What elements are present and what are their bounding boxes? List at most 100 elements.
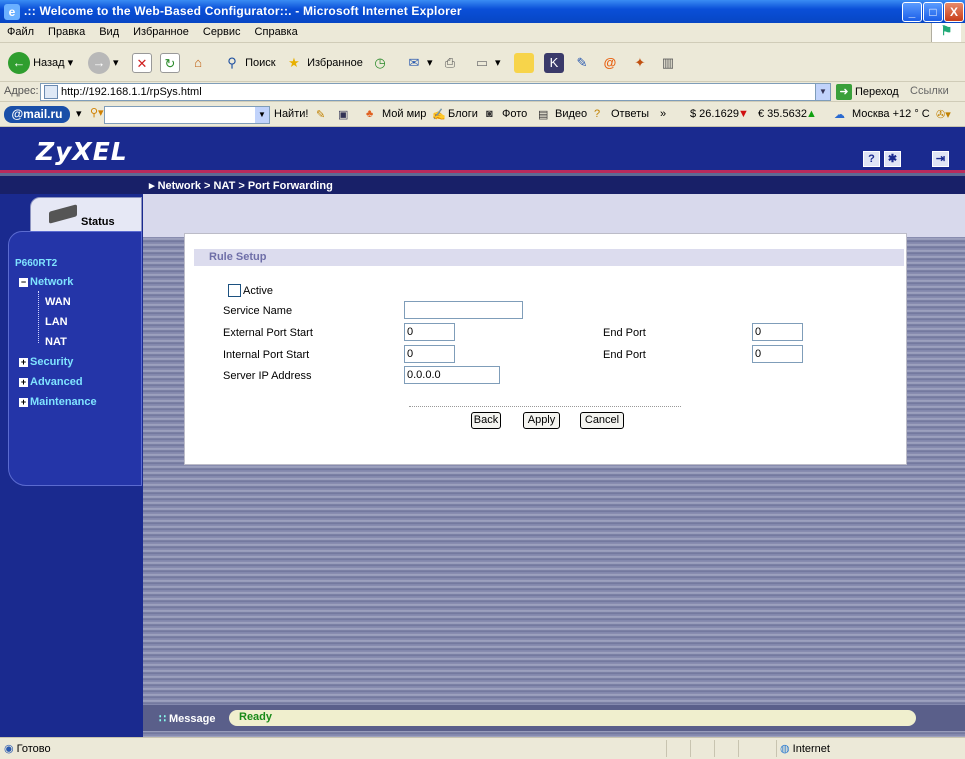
chevron-down-icon[interactable]: ▼ (255, 107, 269, 123)
message-label: ∷ Message (159, 712, 215, 725)
go-label: Переход (855, 86, 899, 98)
mailru-search-icon[interactable]: ⚲▾ (90, 106, 104, 119)
toolbar: ← Назад ▾ → ▾ ✕ ↻ ⌂ ⚲ Поиск ★ Избранное … (0, 44, 965, 82)
back-form-button[interactable]: Back (471, 412, 501, 429)
back-arrow-icon: ← (8, 52, 30, 75)
nav-security[interactable]: + Security (19, 356, 73, 368)
favorites-button[interactable]: ★ Избранное (284, 50, 363, 76)
help-icon[interactable]: ? (863, 151, 880, 167)
chevron-down-icon[interactable]: ▼ (815, 84, 830, 100)
back-button[interactable]: ← Назад ▾ (8, 50, 73, 76)
menu-favorites[interactable]: Избранное (126, 23, 196, 41)
research-button[interactable]: ✦ (630, 50, 650, 76)
mail-button[interactable]: ✉ ▾ (404, 50, 433, 76)
search-button[interactable]: ⚲ Поиск (222, 50, 275, 76)
blogs-icon: ✍ (432, 109, 446, 121)
windows-logo-icon: ⚑ (931, 23, 961, 42)
router-device-icon (49, 204, 77, 224)
globe-icon: ◍ (780, 743, 790, 755)
mailru-logo[interactable]: @mail.ru (4, 106, 70, 123)
history-button[interactable]: ◷ (370, 50, 390, 76)
mailru-menu-chevron-icon[interactable]: ▾ (76, 107, 82, 120)
menu-file[interactable]: Файл (0, 23, 41, 41)
active-label: Active (243, 285, 273, 297)
server-ip-input[interactable] (404, 366, 500, 384)
ie-icon: e (4, 4, 20, 20)
menu-view[interactable]: Вид (92, 23, 126, 41)
forward-button[interactable]: → ▾ (88, 50, 119, 76)
blogs-link[interactable]: Блоги (448, 108, 478, 120)
photo-link[interactable]: Фото (502, 108, 527, 120)
stop-button[interactable]: ✕ (132, 50, 152, 76)
rule-setup-panel: Rule Setup Active Service Name External … (184, 233, 907, 465)
nav-lan[interactable]: LAN (45, 316, 68, 328)
edit-button[interactable]: ▭ ▾ (472, 50, 501, 76)
apply-button[interactable]: Apply (523, 412, 560, 429)
active-checkbox[interactable] (228, 284, 241, 297)
menu-tools[interactable]: Сервис (196, 23, 248, 41)
page-status-icon: ◉ (4, 743, 14, 755)
nav-maintenance-label: Maintenance (30, 396, 97, 408)
messenger-button[interactable]: ✎ (572, 50, 592, 76)
address-input[interactable]: http://192.168.1.1/rpSys.html ▼ (40, 83, 831, 101)
logout-icon[interactable]: ⇥ (932, 151, 949, 167)
close-button[interactable]: X (944, 2, 964, 22)
weather-text[interactable]: Москва +12 ° C (852, 108, 930, 120)
external-port-start-input[interactable] (404, 323, 455, 341)
mailru-search-input[interactable]: ▼ (104, 106, 270, 124)
notes-button[interactable] (514, 50, 534, 76)
breadcrumb-text: Network > NAT > Port Forwarding (157, 180, 333, 192)
edit-icon: ▭ (475, 55, 489, 71)
internal-port-start-input[interactable] (404, 345, 455, 363)
pencil-icon[interactable]: ✎ (316, 108, 325, 121)
menu-edit[interactable]: Правка (41, 23, 92, 41)
search-doc-icon[interactable]: ▣ (338, 108, 348, 121)
window-title: .:: Welcome to the Web-Based Configurato… (24, 4, 462, 18)
links-button[interactable]: Ссылки (910, 85, 949, 97)
video-link[interactable]: Видео (555, 108, 587, 120)
nav-nat[interactable]: NAT (45, 336, 67, 348)
refresh-button[interactable]: ↻ (160, 50, 180, 76)
k-button[interactable]: K (544, 50, 564, 76)
more-chevron-icon[interactable]: » (660, 108, 666, 120)
service-name-input[interactable] (404, 301, 523, 319)
k-icon: K (544, 53, 564, 74)
nav-tree-line (38, 291, 39, 343)
menu-bar: Файл Правка Вид Избранное Сервис Справка ⚑ (0, 23, 965, 43)
nav-network[interactable]: − Network (19, 276, 73, 288)
stop-icon: ✕ (132, 53, 152, 74)
zone-label: Internet (792, 743, 830, 755)
external-end-port-input[interactable] (752, 323, 803, 341)
home-button[interactable]: ⌂ (188, 50, 208, 76)
at-button[interactable]: @ (600, 50, 620, 76)
security-zone: ◍ Internet (780, 742, 830, 755)
minus-icon: − (19, 276, 28, 287)
internal-end-port-input[interactable] (752, 345, 803, 363)
nav-wan[interactable]: WAN (45, 296, 71, 308)
tools-icon: ▥ (661, 55, 675, 71)
moi-mir-link[interactable]: Мой мир (382, 108, 426, 120)
maximize-button[interactable]: □ (923, 2, 943, 22)
minimize-button[interactable]: _ (902, 2, 922, 22)
wizard-icon[interactable]: ✱ (884, 151, 901, 167)
print-button[interactable]: ⎙ (440, 50, 460, 76)
back-label: Назад (33, 57, 65, 69)
message-bar: ∷ Message Ready (143, 705, 965, 731)
menu-help[interactable]: Справка (248, 23, 305, 41)
weather-icon: ☁ (834, 109, 845, 121)
status-tab[interactable]: Status (30, 197, 142, 233)
settings-icon[interactable]: ✇▾ (936, 108, 951, 121)
go-button[interactable]: ➜ Переход (836, 83, 900, 101)
nav-maintenance[interactable]: + Maintenance (19, 396, 97, 408)
breadcrumb-bar: ▸ Network > NAT > Port Forwarding (0, 176, 965, 194)
answers-link[interactable]: Ответы (611, 108, 649, 120)
rule-setup-header: Rule Setup (194, 249, 904, 266)
cancel-button[interactable]: Cancel (580, 412, 624, 429)
tools-button[interactable]: ▥ (658, 50, 678, 76)
print-icon: ⎙ (444, 55, 456, 71)
nav-advanced[interactable]: + Advanced (19, 376, 83, 388)
address-label: Адрес: (4, 85, 39, 97)
messenger-icon: ✎ (576, 55, 588, 71)
down-arrow-icon: ▼ (738, 108, 749, 120)
mailru-find-button[interactable]: Найти! (274, 108, 308, 120)
